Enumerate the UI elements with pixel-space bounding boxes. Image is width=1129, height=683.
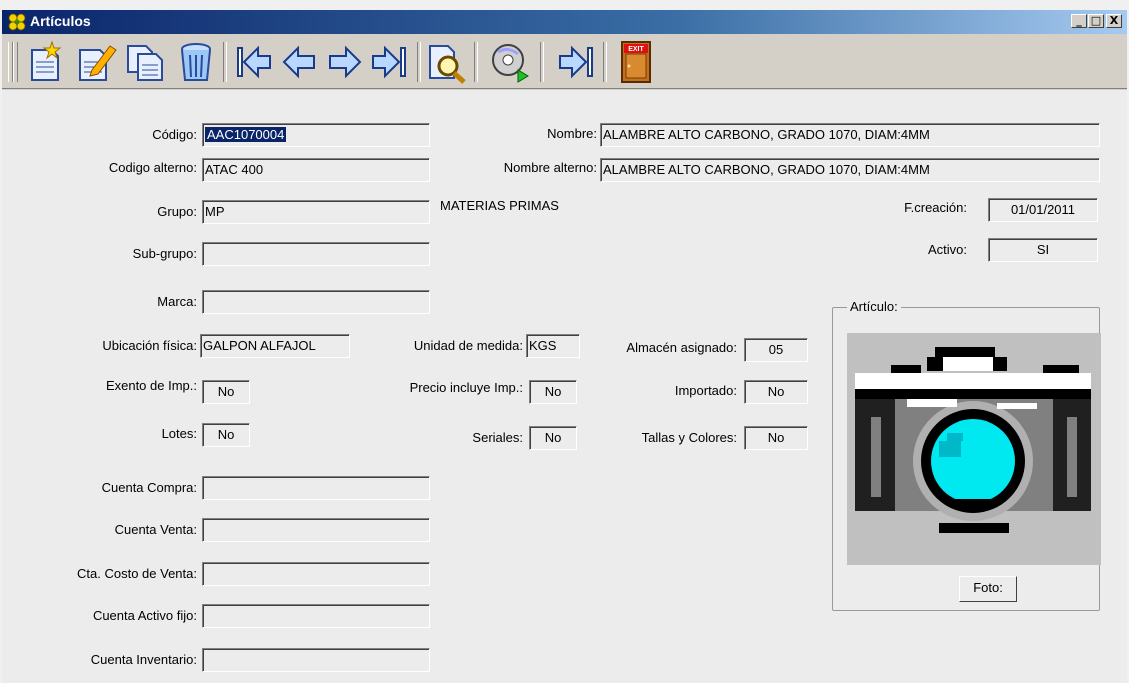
cuenta-venta-field[interactable]: [202, 518, 430, 542]
toolbar-separator: [223, 42, 227, 82]
toolbar-separator: [540, 42, 544, 82]
activo-label: Activo:: [927, 242, 967, 257]
window-title: Artículos: [30, 13, 91, 29]
toolbar-separator: [603, 42, 607, 82]
article-form: Código: AAC1070004 Nombre: ALAMBRE ALTO …: [2, 90, 1127, 683]
unidad-label: Unidad de medida:: [413, 338, 523, 353]
tallas-field[interactable]: No: [744, 426, 808, 450]
copy-icon[interactable]: [124, 40, 168, 84]
exento-field[interactable]: No: [202, 380, 250, 404]
tallas-label: Tallas y Colores:: [641, 430, 737, 445]
cuenta-activo-fijo-label: Cuenta Activo fijo:: [92, 608, 197, 623]
sub-grupo-field[interactable]: [202, 242, 430, 266]
cuenta-inventario-label: Cuenta Inventario:: [90, 652, 197, 667]
almacen-field[interactable]: 05: [744, 338, 808, 362]
toolbar: EXIT: [2, 36, 1127, 89]
toolbar-separator: [417, 42, 421, 82]
codigo-label: Código:: [152, 127, 197, 142]
exit-icon[interactable]: EXIT: [614, 40, 658, 84]
exento-label: Exento de Imp.:: [105, 378, 197, 393]
sub-grupo-label: Sub-grupo:: [132, 246, 197, 261]
lotes-field[interactable]: No: [202, 423, 250, 447]
new-icon[interactable]: [24, 40, 68, 84]
cuenta-compra-label: Cuenta Compra:: [101, 480, 197, 495]
previous-record-icon[interactable]: [278, 40, 322, 84]
codigo-alterno-field[interactable]: ATAC 400: [202, 158, 430, 182]
foto-button[interactable]: Foto:: [959, 576, 1017, 602]
nombre-alterno-label: Nombre alterno:: [503, 160, 597, 175]
ubicacion-label: Ubicación física:: [102, 338, 197, 353]
search-icon[interactable]: [424, 40, 468, 84]
camera-placeholder-icon: [855, 347, 1091, 533]
importado-label: Importado:: [674, 383, 737, 398]
edit-icon[interactable]: [74, 40, 118, 84]
last-record-icon[interactable]: [367, 40, 411, 84]
goto-icon[interactable]: [554, 40, 598, 84]
grupo-field[interactable]: MP: [202, 200, 430, 224]
activo-field[interactable]: SI: [988, 238, 1098, 262]
lotes-label: Lotes:: [161, 426, 197, 441]
seriales-field[interactable]: No: [529, 426, 577, 450]
close-button[interactable]: X: [1106, 14, 1122, 28]
cta-costo-venta-label: Cta. Costo de Venta:: [77, 566, 197, 581]
almacen-label: Almacén asignado:: [626, 340, 737, 355]
grupo-description: MATERIAS PRIMAS: [440, 198, 559, 213]
articulos-window: Artículos _ □ X EXIT Código: AAC1070004 …: [2, 10, 1127, 683]
first-record-icon[interactable]: [232, 40, 276, 84]
marca-field[interactable]: [202, 290, 430, 314]
nombre-field[interactable]: ALAMBRE ALTO CARBONO, GRADO 1070, DIAM:4…: [600, 123, 1100, 147]
nombre-label: Nombre:: [547, 126, 597, 141]
importado-field[interactable]: No: [744, 380, 808, 404]
unidad-field[interactable]: KGS: [526, 334, 580, 358]
ubicacion-field[interactable]: GALPON ALFAJOL: [200, 334, 350, 358]
app-icon: [8, 13, 26, 31]
grupo-label: Grupo:: [157, 204, 197, 219]
toolbar-separator: [474, 42, 478, 82]
codigo-field[interactable]: AAC1070004: [202, 123, 430, 147]
maximize-button[interactable]: □: [1088, 14, 1104, 28]
codigo-alterno-label: Codigo alterno:: [108, 160, 197, 175]
f-creacion-field[interactable]: 01/01/2011: [988, 198, 1098, 222]
exit-sign-text: EXIT: [628, 46, 644, 53]
photo-frame: [847, 333, 1101, 565]
article-photo-group: Artículo: Foto:: [832, 299, 1101, 611]
cuenta-inventario-field[interactable]: [202, 648, 430, 672]
toolbar-grip: [13, 42, 18, 82]
precio-incluye-field[interactable]: No: [529, 380, 577, 404]
precio-incluye-label: Precio incluye Imp.:: [409, 380, 523, 395]
cuenta-venta-label: Cuenta Venta:: [114, 522, 197, 537]
codigo-value: AAC1070004: [205, 127, 287, 142]
photo-group-title: Artículo:: [847, 299, 901, 314]
nombre-alterno-field[interactable]: ALAMBRE ALTO CARBONO, GRADO 1070, DIAM:4…: [600, 158, 1100, 182]
cuenta-compra-field[interactable]: [202, 476, 430, 500]
multimedia-icon[interactable]: [488, 40, 532, 84]
delete-icon[interactable]: [174, 40, 218, 84]
cuenta-activo-fijo-field[interactable]: [202, 604, 430, 628]
minimize-button[interactable]: _: [1071, 14, 1087, 28]
marca-label: Marca:: [157, 294, 197, 309]
seriales-label: Seriales:: [472, 430, 523, 445]
cta-costo-venta-field[interactable]: [202, 562, 430, 586]
title-bar[interactable]: Artículos _ □ X: [2, 10, 1127, 34]
f-creacion-label: F.creación:: [904, 200, 967, 215]
next-record-icon[interactable]: [322, 40, 366, 84]
